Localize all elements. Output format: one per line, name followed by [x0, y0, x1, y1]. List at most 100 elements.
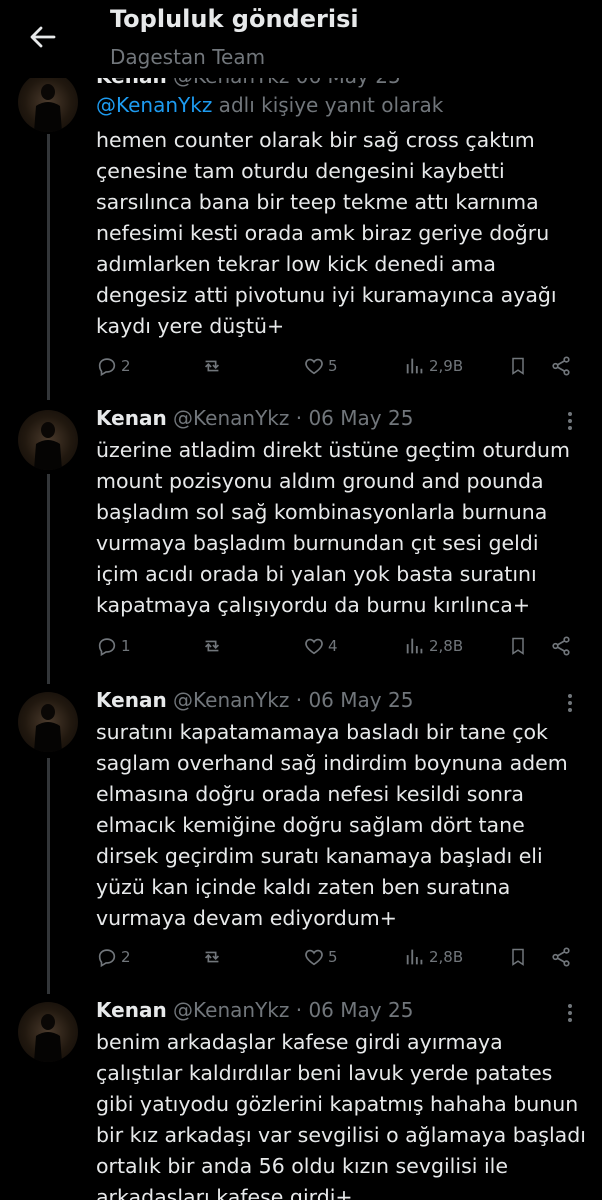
post-page: Kenan @KenanYkz 06 May 25 @KenanYkz adlı… [0, 0, 602, 1200]
tweet-text-line: suratını kapatamamaya basladı bir tane ç… [96, 720, 548, 744]
avatar[interactable] [18, 692, 78, 752]
retweet-button[interactable] [200, 942, 224, 972]
reply-bubble-icon [98, 358, 116, 377]
tweet-item[interactable]: Kenan @KenanYkz · 06 May 25 benim arkada… [0, 996, 602, 1200]
tweet-date[interactable]: 06 May 25 [308, 998, 413, 1022]
tweet-text: hemen counter olarak bir sağ cross çaktı… [96, 125, 586, 342]
avatar[interactable] [18, 1002, 78, 1062]
reply-to-text: adlı kişiye yanıt olarak [212, 93, 444, 117]
more-options-button[interactable] [560, 1002, 580, 1022]
back-button[interactable] [26, 20, 60, 54]
tweet-text: benim arkadaşlar kafese girdi ayırmaya ç… [96, 1027, 586, 1200]
tweet-text-line: arkadaşları kafese girdi+ [96, 1185, 353, 1200]
arrow-left-icon [30, 26, 56, 48]
reply-bubble-icon [98, 638, 116, 657]
avatar[interactable] [18, 72, 78, 132]
tweet-meta: Kenan @KenanYkz · 06 May 25 [96, 406, 413, 438]
share-button[interactable] [550, 351, 572, 381]
retweet-button[interactable] [200, 351, 224, 381]
share-button[interactable] [550, 942, 572, 972]
heart-icon [305, 358, 323, 375]
reply-button[interactable]: 1 [96, 631, 131, 661]
reply-count: 2 [121, 357, 131, 375]
views-chart-icon [406, 638, 423, 654]
tweet-actions: 2 5 2,9B [0, 351, 602, 381]
tweet-text-line: hemen counter olarak bir sağ cross çaktı… [96, 128, 535, 152]
tweet-text-line: vurmaya devam ediyordum+ [96, 906, 397, 930]
like-count: 5 [328, 357, 338, 375]
tweet-text-line: çenesine tam oturdu dengesini kaybetti [96, 159, 505, 183]
tweet-text-line: vurmaya başladım burnundan çıt sesi geld… [96, 531, 539, 555]
heart-icon [305, 638, 323, 655]
author-handle[interactable]: @KenanYkz [173, 998, 289, 1022]
tweet-text-line: kaydı yere düştü+ [96, 314, 285, 338]
tweet-item[interactable]: Kenan @KenanYkz · 06 May 25 üzerine atla… [0, 404, 602, 674]
tweet-actions: 2 5 2,8B [0, 942, 602, 972]
views-chart-icon [406, 949, 423, 965]
tweet-text-line: bir kız arkadaşı var sevgilisi o ağlamay… [96, 1123, 586, 1147]
tweet-text-line: elmacık kemiğine doğru sağlam dört tane [96, 813, 525, 837]
reply-button[interactable]: 2 [96, 351, 131, 381]
tweet-text-line: adımlarken tekrar low kick denedi ama [96, 252, 496, 276]
views-chart-icon [406, 358, 423, 374]
views-count: 2,8B [429, 637, 464, 655]
author-handle[interactable]: @KenanYkz [173, 406, 289, 430]
share-icon [552, 636, 570, 656]
tweet-text-line: mount pozisyonu aldım ground and pounda [96, 469, 544, 493]
tweet-text-line: elmasına doğru orada nefesi kesildi sonr… [96, 782, 524, 806]
retweet-icon [204, 640, 220, 652]
more-vertical-icon [568, 1004, 572, 1022]
tweet-text-line: üzerine atladim direkt üstüne geçtim otu… [96, 438, 570, 462]
views-button[interactable]: 2,8B [404, 631, 463, 661]
like-button[interactable]: 5 [303, 351, 338, 381]
views-button[interactable]: 2,8B [404, 942, 463, 972]
tweet-text-line: nefesimi kesti orada amk biraz geriye do… [96, 221, 550, 245]
like-count: 4 [328, 637, 338, 655]
bookmark-icon [512, 637, 524, 655]
more-options-button[interactable] [560, 410, 580, 430]
replying-to: @KenanYkz adlı kişiye yanıt olarak [96, 93, 443, 117]
bookmark-icon [512, 357, 524, 375]
heart-icon [305, 949, 323, 966]
bookmark-button[interactable] [508, 631, 528, 661]
tweet-text-line: gibi yatıyodu gözlerini kapatmış hahaha … [96, 1092, 579, 1116]
author-name[interactable]: Kenan [96, 406, 167, 430]
tweet-text-line: benim arkadaşlar kafese girdi ayırmaya [96, 1030, 503, 1054]
more-vertical-icon [568, 694, 572, 712]
avatar[interactable] [18, 410, 78, 470]
tweet-item[interactable]: Kenan @KenanYkz · 06 May 25 suratını kap… [0, 686, 602, 986]
tweet-text: suratını kapatamamaya basladı bir tane ç… [96, 717, 586, 934]
community-name[interactable]: Dagestan Team [110, 45, 265, 69]
bookmark-icon [512, 948, 524, 966]
tweet-text-line: dirsek geçirdim suratı kanamaya başladı … [96, 844, 543, 868]
more-options-button[interactable] [560, 692, 580, 712]
tweet-text-line: kapatmaya çalışıyordu da burnu kırılınca… [96, 593, 531, 617]
views-count: 2,8B [429, 948, 464, 966]
views-count: 2,9B [429, 357, 464, 375]
top-app-bar: Topluluk gönderisi Dagestan Team [0, 0, 602, 78]
tweet-date[interactable]: 06 May 25 [308, 406, 413, 430]
tweet-actions: 1 4 2,8B [0, 631, 602, 661]
author-name[interactable]: Kenan [96, 688, 167, 712]
author-name[interactable]: Kenan [96, 998, 167, 1022]
more-vertical-icon [568, 412, 572, 430]
like-button[interactable]: 4 [303, 631, 338, 661]
bookmark-button[interactable] [508, 942, 528, 972]
mention-link[interactable]: @KenanYkz [96, 93, 212, 117]
tweet-text-line: yüzü kan içinde kaldı zaten ben suratına [96, 875, 511, 899]
reply-button[interactable]: 2 [96, 942, 131, 972]
like-count: 5 [328, 948, 338, 966]
reply-bubble-icon [98, 949, 116, 968]
tweet-text-line: dengesiz atti pivotunu iyi kuramayınca a… [96, 283, 557, 307]
retweet-button[interactable] [200, 631, 224, 661]
share-button[interactable] [550, 631, 572, 661]
reply-count: 1 [121, 637, 131, 655]
author-handle[interactable]: @KenanYkz [173, 688, 289, 712]
bookmark-button[interactable] [508, 351, 528, 381]
views-button[interactable]: 2,9B [404, 351, 463, 381]
meta-separator: · [295, 406, 303, 430]
like-button[interactable]: 5 [303, 942, 338, 972]
tweet-date[interactable]: 06 May 25 [308, 688, 413, 712]
tweet-meta: Kenan @KenanYkz · 06 May 25 [96, 688, 413, 720]
tweet-text-line: saglam overhand sağ indirdim boynuna ade… [96, 751, 568, 775]
